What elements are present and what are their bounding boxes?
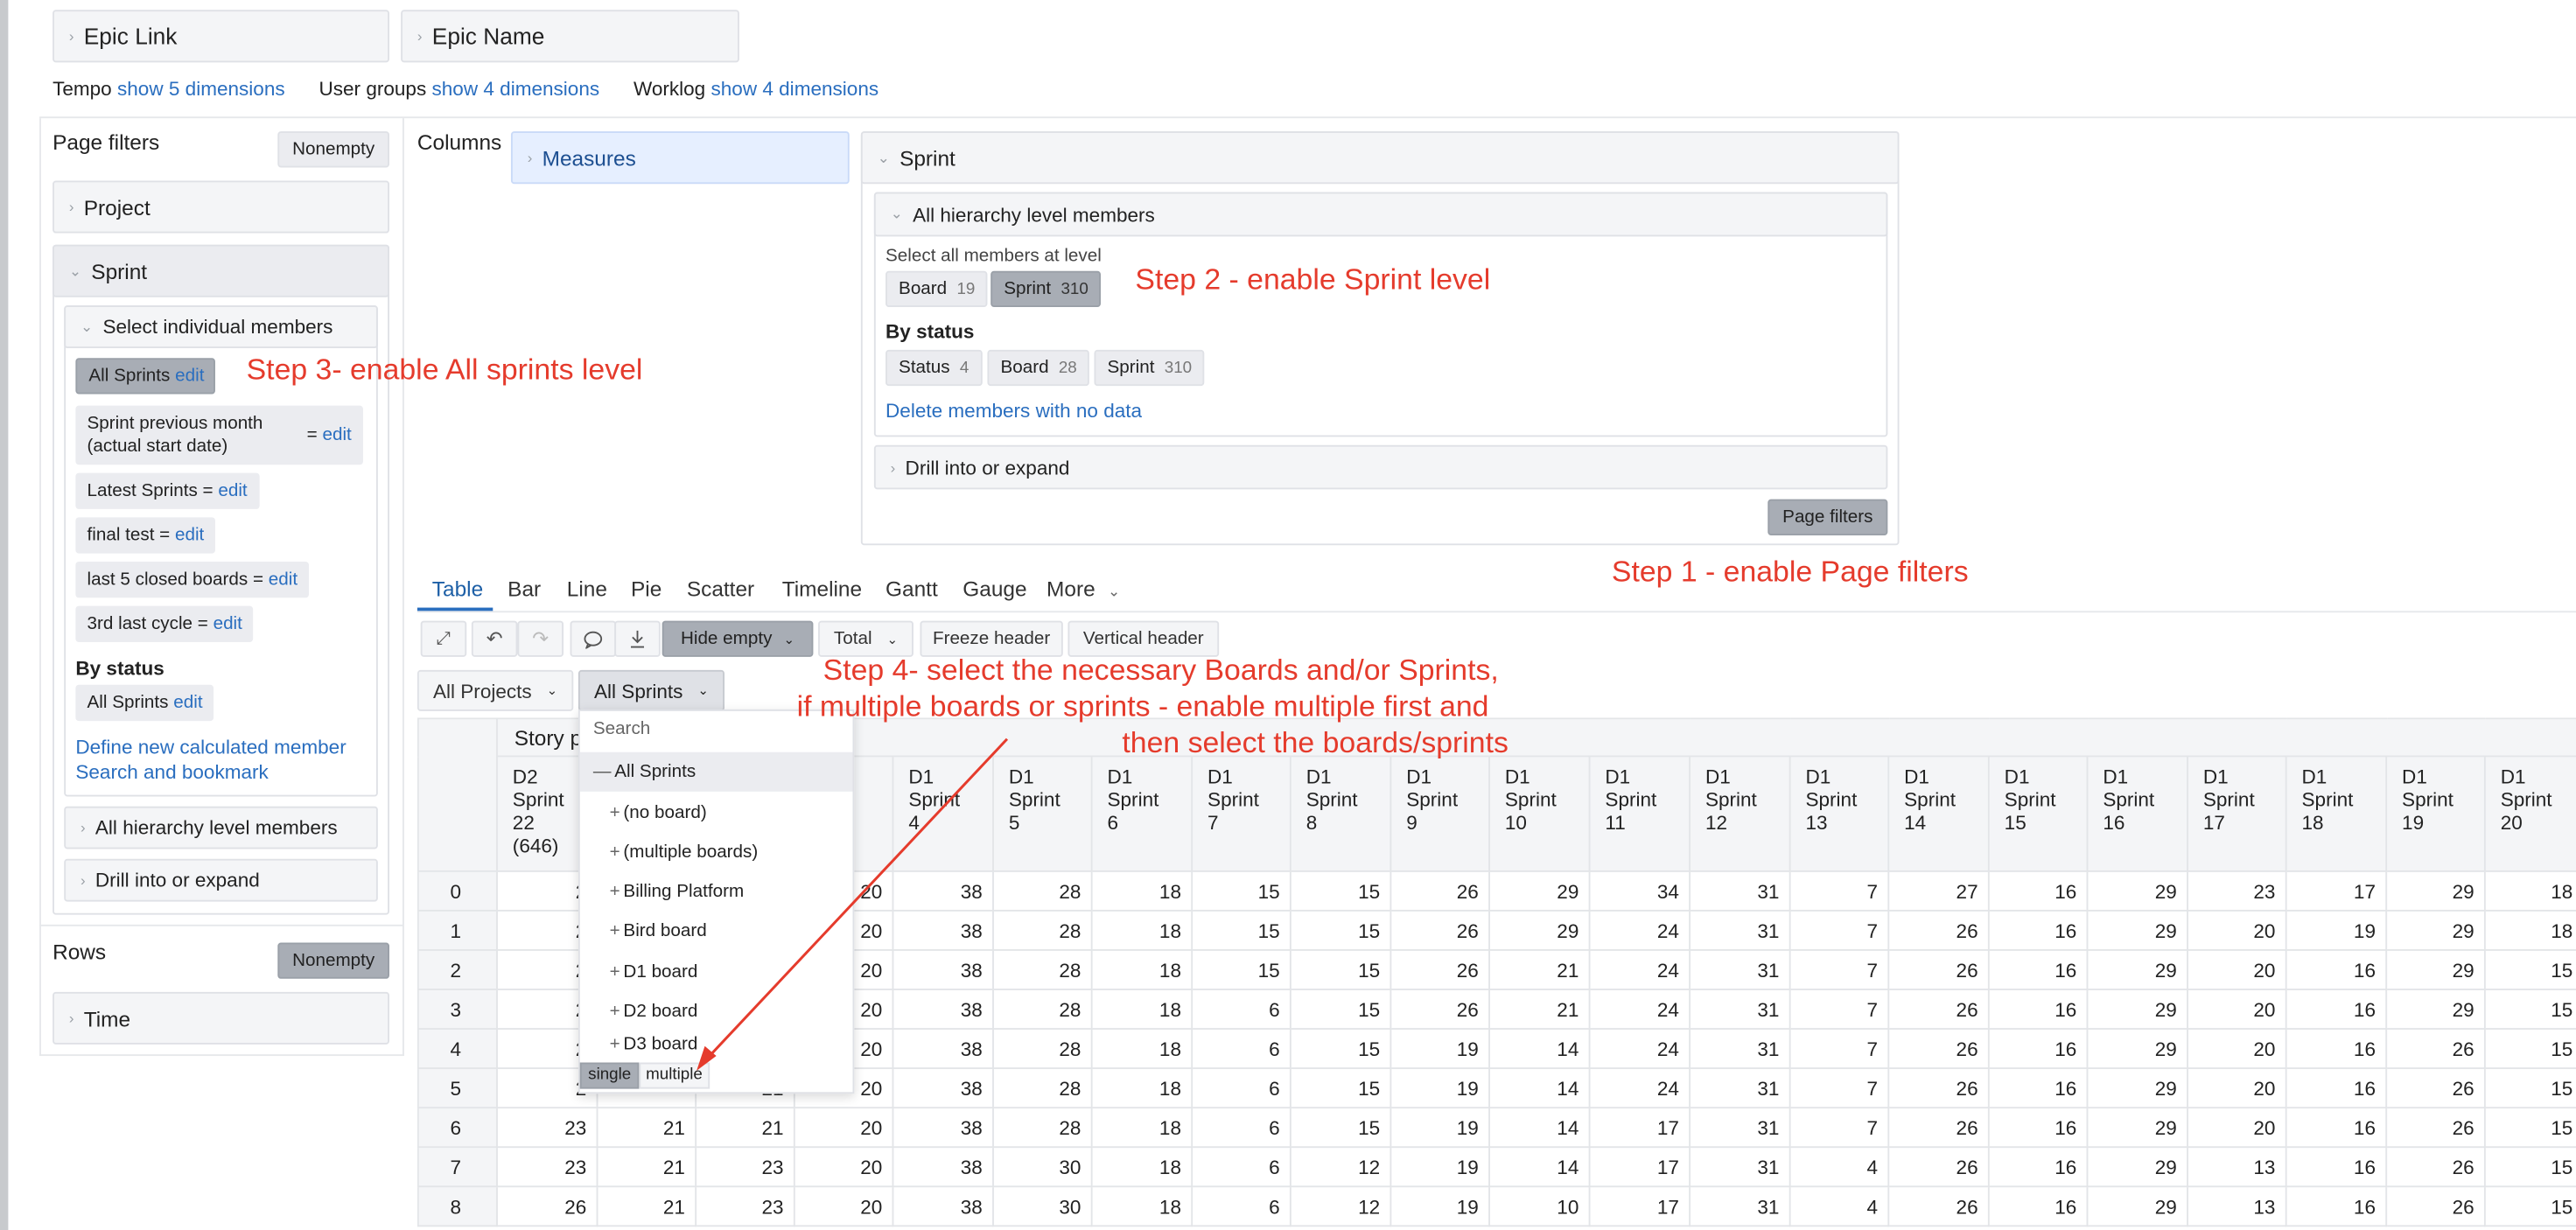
arrow-line bbox=[705, 737, 1009, 1060]
arrow-head bbox=[696, 1045, 717, 1071]
annotation-arrow bbox=[696, 737, 1009, 1071]
